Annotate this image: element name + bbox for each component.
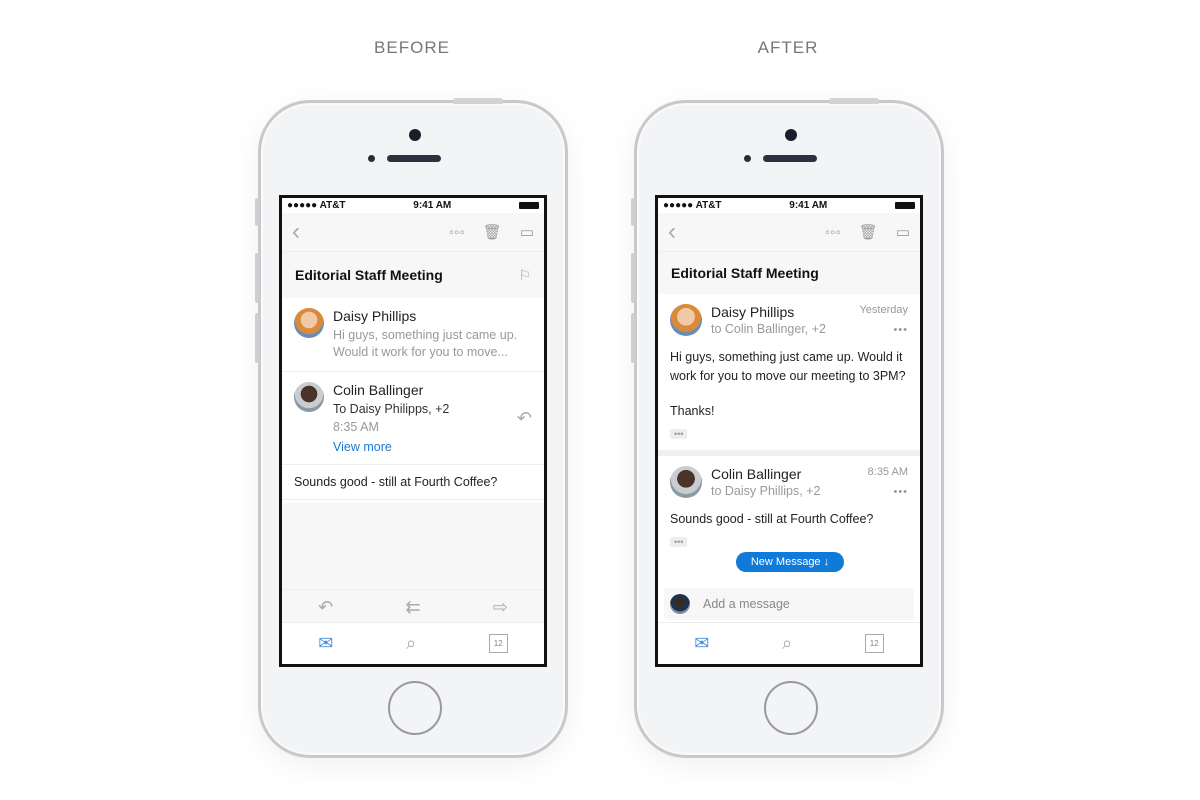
recipients: to Colin Ballinger, +2 (711, 322, 827, 336)
more-icon[interactable]: ••• (868, 486, 908, 498)
more-icon[interactable]: ◦◦◦ (449, 224, 465, 241)
subject-title: Editorial Staff Meeting (295, 267, 443, 283)
view-more-link[interactable]: View more (333, 440, 517, 454)
avatar (670, 466, 702, 498)
calendar-icon[interactable]: 12 (488, 634, 508, 653)
search-icon[interactable]: ⌕ (782, 633, 792, 654)
battery-icon (894, 202, 915, 209)
calendar-icon[interactable]: 12 (864, 634, 884, 653)
clock: 9:41 AM (789, 200, 828, 211)
compose-bar[interactable]: Add a message (664, 588, 914, 620)
status-bar: ●●●●● AT&T 9:41 AM (658, 198, 920, 213)
archive-icon[interactable]: ▭ (896, 223, 910, 241)
expand-quoted-button[interactable]: ••• (670, 537, 688, 547)
message-body: Hi guys, something just came up. Would i… (670, 350, 906, 383)
search-icon[interactable]: ⌕ (406, 633, 416, 654)
timestamp: 8:35 AM (333, 420, 379, 434)
reply-all-icon[interactable]: ⇇ (405, 597, 420, 618)
clock: 9:41 AM (413, 200, 452, 211)
tab-bar: ✉ ⌕ 12 (658, 622, 920, 664)
message-preview: Hi guys, something just came up. Would i… (333, 328, 518, 359)
mail-icon[interactable]: ✉ (318, 633, 333, 654)
screen-before: ●●●●● AT&T 9:41 AM ‹ ◦◦◦ 🗑 ▭ Editorial S… (279, 195, 547, 667)
speaker (763, 155, 817, 162)
avatar (670, 594, 690, 614)
before-label: BEFORE (374, 38, 450, 57)
message-signoff: Thanks! (670, 404, 715, 418)
flag-icon[interactable]: ⚐ (518, 267, 531, 284)
subject-title: Editorial Staff Meeting (671, 265, 819, 281)
message-item[interactable]: Daisy Phillips Hi guys, something just c… (282, 298, 544, 372)
toolbar: ‹ ◦◦◦ 🗑 ▭ (658, 213, 920, 251)
carrier: ●●●●● AT&T (663, 200, 722, 211)
subject-bar: Editorial Staff Meeting ⚐ (282, 251, 544, 298)
carrier: ●●●●● AT&T (287, 200, 346, 211)
forward-icon[interactable]: ⇨ (493, 597, 508, 618)
mail-icon[interactable]: ✉ (694, 633, 709, 654)
more-icon[interactable]: ◦◦◦ (825, 224, 841, 241)
message-item[interactable]: Colin Ballinger To Daisy Philipps, +2 8:… (282, 372, 544, 464)
sender-name: Daisy Phillips (333, 308, 417, 324)
subject-bar: Editorial Staff Meeting (658, 251, 920, 294)
battery-icon (518, 202, 539, 209)
compose-input[interactable]: Add a message (703, 597, 790, 611)
camera (409, 129, 421, 141)
reply-icon[interactable]: ↶ (517, 408, 532, 429)
sender-name: Daisy Phillips (711, 304, 795, 320)
expand-quoted-button[interactable]: ••• (670, 429, 688, 439)
back-icon[interactable]: ‹ (292, 218, 431, 246)
avatar (294, 308, 324, 338)
trash-icon[interactable]: 🗑 (483, 223, 502, 241)
message-body: Sounds good - still at Fourth Coffee? (282, 464, 544, 500)
sender-name: Colin Ballinger (333, 382, 424, 398)
more-icon[interactable]: ••• (859, 324, 908, 336)
sensor (368, 155, 375, 162)
after-label: AFTER (757, 38, 819, 57)
action-bar: ↶ ⇇ ⇨ (282, 589, 544, 625)
recipients: To Daisy Philipps, +2 (333, 402, 450, 416)
speaker (387, 155, 441, 162)
camera (785, 129, 797, 141)
message-body: Sounds good - still at Fourth Coffee? (670, 512, 874, 526)
avatar (294, 382, 324, 412)
trash-icon[interactable]: 🗑 (859, 223, 878, 241)
phone-after: ●●●●● AT&T 9:41 AM ‹ ◦◦◦ 🗑 ▭ Editorial S… (631, 98, 944, 758)
message-card[interactable]: Daisy Phillips to Colin Ballinger, +2 Ye… (658, 294, 920, 450)
new-message-button[interactable]: New Message ↓ (736, 552, 844, 572)
status-bar: ●●●●● AT&T 9:41 AM (282, 198, 544, 213)
reply-icon[interactable]: ↶ (318, 597, 333, 618)
home-button[interactable] (764, 681, 818, 735)
phone-before: ●●●●● AT&T 9:41 AM ‹ ◦◦◦ 🗑 ▭ Editorial S… (255, 98, 568, 758)
back-icon[interactable]: ‹ (668, 218, 807, 246)
sender-name: Colin Ballinger (711, 466, 802, 482)
tab-bar: ✉ ⌕ 12 (282, 622, 544, 664)
archive-icon[interactable]: ▭ (520, 223, 534, 241)
message-card[interactable]: Colin Ballinger to Daisy Phillips, +2 8:… (658, 456, 920, 558)
timestamp: 8:35 AM (867, 466, 908, 478)
recipients: to Daisy Phillips, +2 (711, 484, 821, 498)
timestamp: Yesterday (859, 304, 908, 316)
home-button[interactable] (388, 681, 442, 735)
avatar (670, 304, 702, 336)
sensor (744, 155, 751, 162)
toolbar: ‹ ◦◦◦ 🗑 ▭ (282, 213, 544, 251)
screen-after: ●●●●● AT&T 9:41 AM ‹ ◦◦◦ 🗑 ▭ Editorial S… (655, 195, 923, 667)
